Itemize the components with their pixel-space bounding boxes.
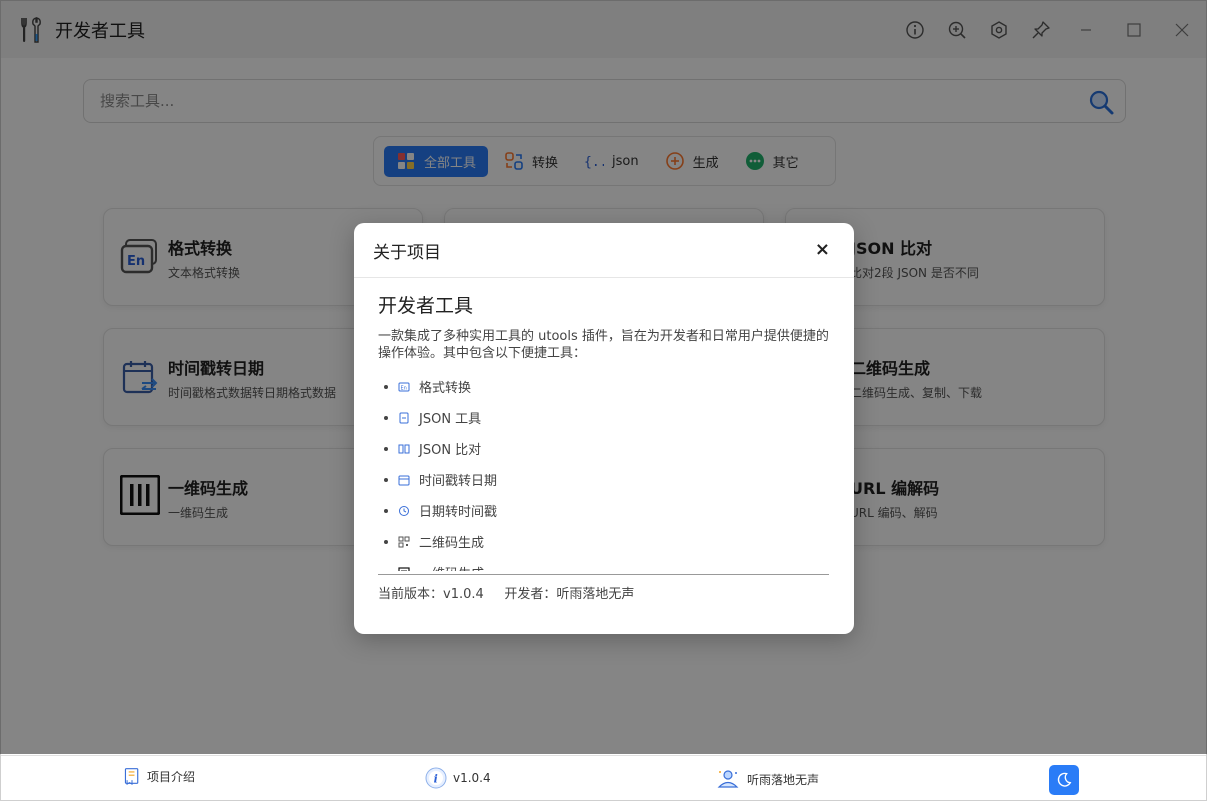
- list-item: 时间戳转日期: [378, 464, 830, 495]
- list-item: JSON 比对: [378, 433, 830, 464]
- book-icon: [124, 768, 139, 785]
- about-dialog: 关于项目 × 开发者工具 一款集成了多种实用工具的 utools 插件，旨在为开…: [354, 223, 854, 634]
- bullet: [384, 384, 388, 389]
- bullet: [384, 508, 388, 513]
- list-item: JSON 工具: [378, 402, 830, 433]
- barcode-icon: [398, 566, 410, 571]
- svg-text:En: En: [401, 385, 407, 391]
- dialog-title: 关于项目: [373, 242, 441, 263]
- dialog-divider: [378, 574, 829, 575]
- user-icon: [717, 770, 739, 788]
- list-item: 日期转时间戳: [378, 495, 830, 526]
- json-compare-icon: [398, 444, 410, 453]
- list-item: 二维码生成: [378, 526, 830, 557]
- project-intro-label: 项目介绍: [147, 769, 196, 784]
- dialog-body: 开发者工具 一款集成了多种实用工具的 utools 插件，旨在为开发者和日常用户…: [378, 291, 830, 571]
- dialog-header: 关于项目: [354, 223, 854, 278]
- dialog-heading: 开发者工具: [378, 295, 474, 317]
- version-label: v1.0.4: [453, 771, 491, 785]
- author-label: 听雨落地无声: [747, 772, 820, 787]
- info-circle-icon: i: [425, 767, 447, 789]
- list-item-label: 一维码生成: [419, 563, 484, 571]
- bullet: [384, 446, 388, 451]
- bullet: [384, 570, 388, 571]
- moon-icon: [1057, 772, 1072, 787]
- format-convert-icon: En: [398, 382, 410, 391]
- dialog-footer: 当前版本：v1.0.4 开发者：听雨落地无声: [378, 587, 635, 602]
- svg-text:i: i: [434, 773, 438, 786]
- bullet: [384, 415, 388, 420]
- status-bar: 项目介绍 i v1.0.4 听雨落地无声: [1, 755, 1206, 800]
- list-item-label: 时间戳转日期: [419, 474, 498, 489]
- tool-list[interactable]: En 格式转换 JSON 工具 JSON 比对 时间戳转日期 日期转时间戳 二维…: [378, 371, 830, 571]
- theme-toggle-button[interactable]: [1049, 765, 1079, 795]
- project-intro-link[interactable]: 项目介绍: [123, 767, 195, 785]
- json-file-icon: [399, 412, 409, 423]
- bullet: [384, 539, 388, 544]
- list-item: 一维码生成: [378, 557, 830, 571]
- dialog-intro: 一款集成了多种实用工具的 utools 插件，旨在为开发者和日常用户提供便捷的操…: [378, 329, 829, 361]
- version-indicator[interactable]: i v1.0.4: [425, 767, 491, 789]
- list-item-label: JSON 比对: [419, 443, 482, 458]
- clock-icon: [399, 505, 409, 516]
- calendar-swap-icon: [398, 475, 410, 485]
- list-item-label: 格式转换: [419, 381, 472, 396]
- list-item-label: 日期转时间戳: [419, 505, 498, 520]
- bullet: [384, 477, 388, 482]
- list-item: En 格式转换: [378, 371, 830, 402]
- qrcode-icon: [398, 536, 410, 547]
- author-link[interactable]: 听雨落地无声: [715, 767, 819, 791]
- list-item-label: JSON 工具: [419, 412, 482, 427]
- list-item-label: 二维码生成: [419, 536, 485, 551]
- dialog-close-button[interactable]: ×: [815, 239, 830, 260]
